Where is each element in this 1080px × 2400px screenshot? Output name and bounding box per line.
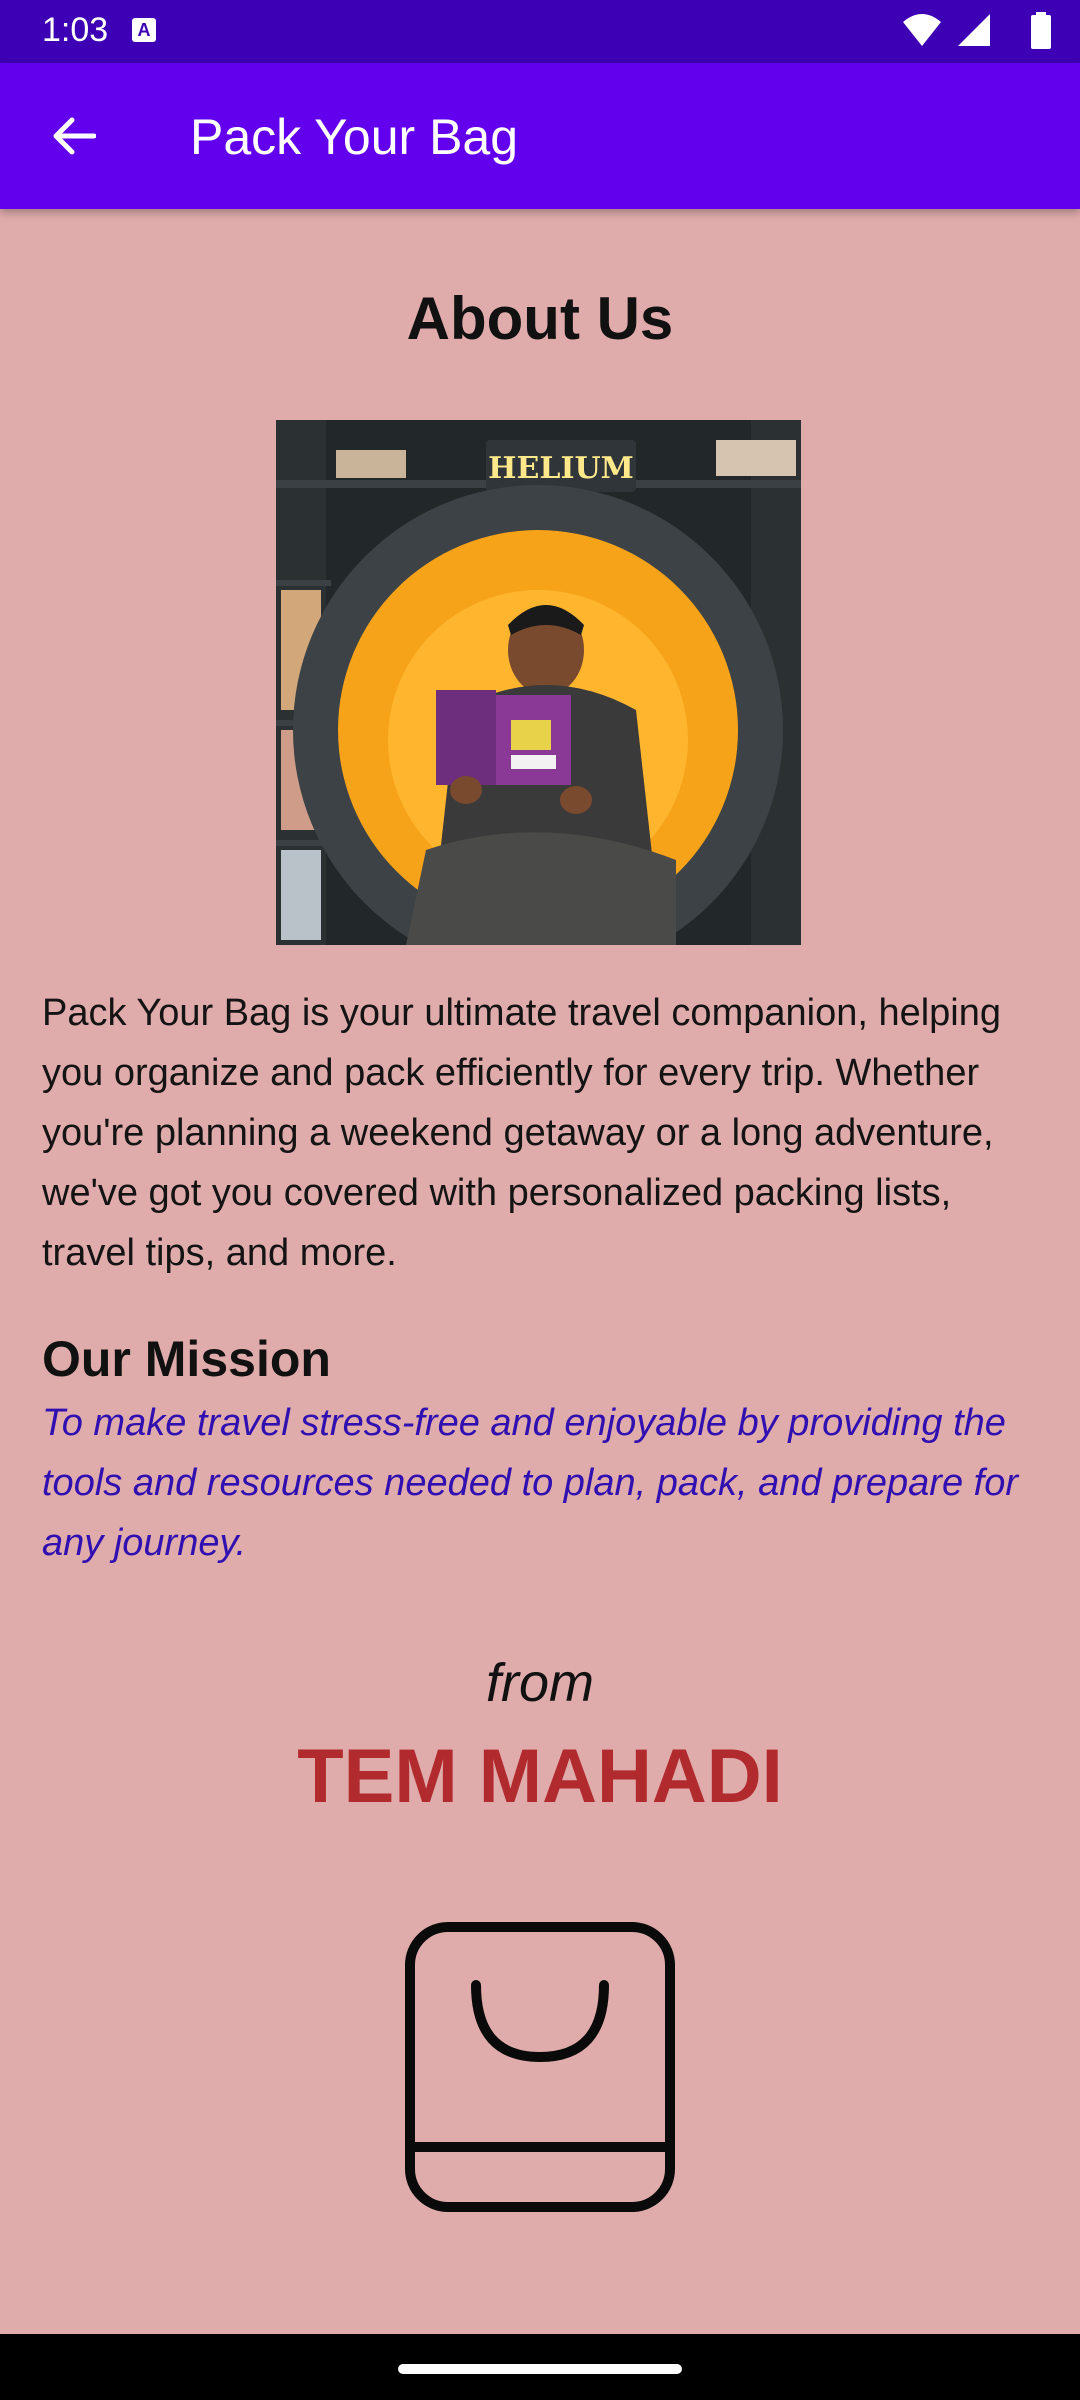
notification-icon: A	[132, 18, 156, 42]
mission-heading: Our Mission	[42, 1331, 331, 1387]
app-bar: Pack Your Bag	[0, 63, 1080, 209]
about-heading: About Us	[406, 285, 674, 352]
status-bar: 1:03 A	[0, 0, 1080, 63]
from-label: from	[486, 1653, 594, 1713]
mission-text: To make travel stress-free and enjoyable…	[42, 1402, 1018, 1564]
photo-illustration: HELIUM	[276, 420, 801, 945]
status-time: 1:03	[42, 11, 109, 49]
author-name: TEM MAHADI	[297, 1734, 783, 1819]
back-button[interactable]	[36, 99, 110, 173]
battery-icon	[1031, 12, 1051, 49]
arrow-back-icon	[53, 117, 96, 155]
app-title: Pack Your Bag	[190, 109, 519, 165]
about-photo: HELIUM	[276, 420, 801, 945]
navigation-bar	[0, 2334, 1080, 2400]
wifi-icon	[903, 14, 941, 46]
signal-icon	[958, 14, 990, 46]
about-description: Pack Your Bag is your ultimate travel co…	[42, 992, 1001, 1274]
home-gesture-handle[interactable]	[398, 2364, 682, 2374]
shopping-bag-icon	[405, 1922, 675, 2212]
photo-sign-text: HELIUM	[488, 451, 634, 486]
